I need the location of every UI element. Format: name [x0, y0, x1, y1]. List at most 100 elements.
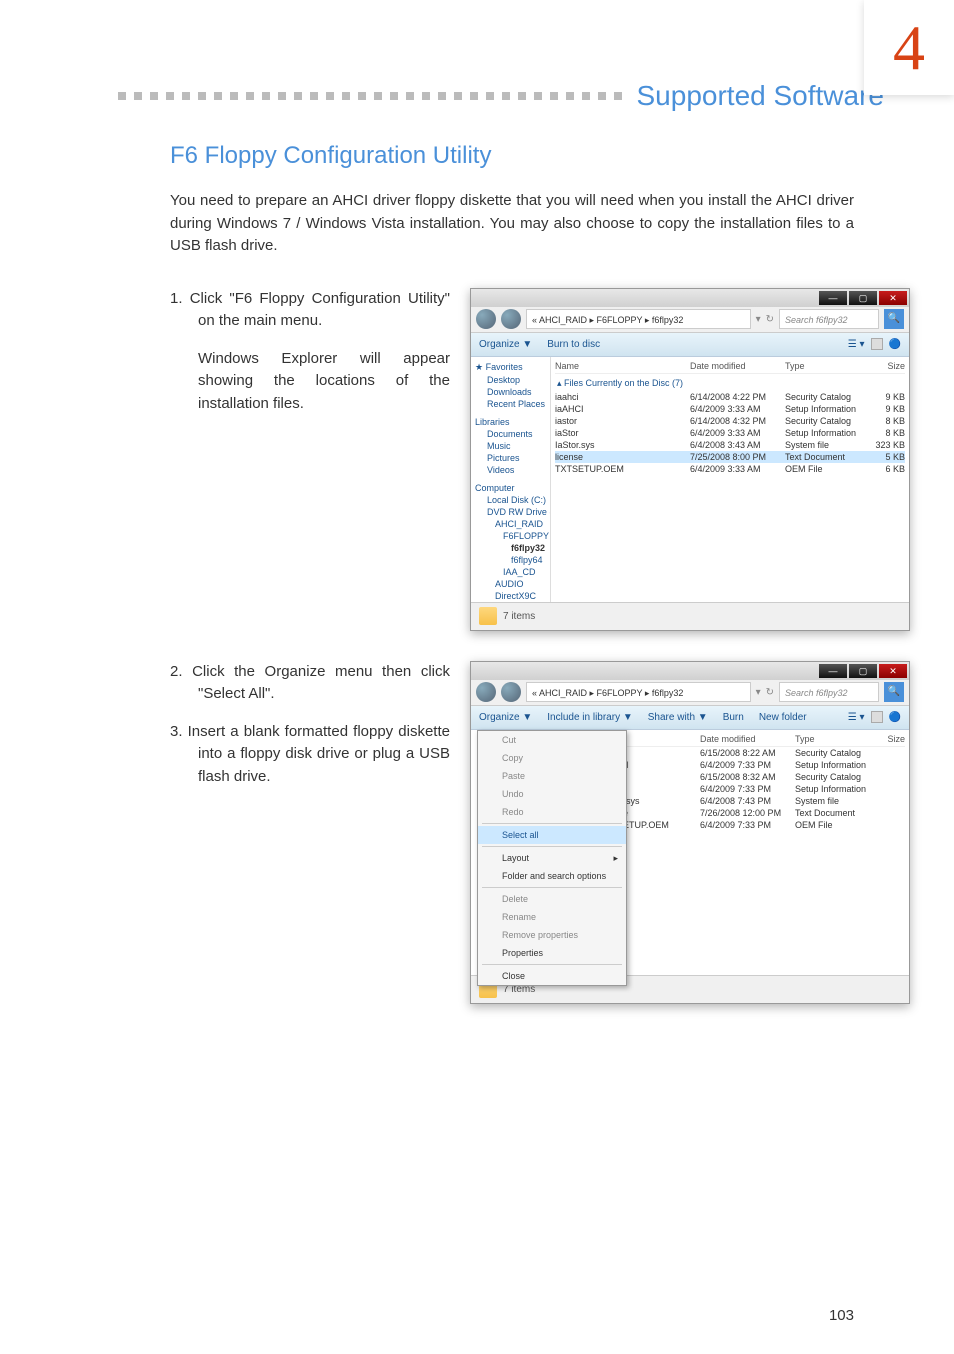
page-number: 103 [829, 1307, 854, 1324]
menu-undo[interactable]: Undo [478, 785, 626, 803]
file-row[interactable]: IaStor.sys 6/4/2008 7:43 PM System file [600, 795, 905, 807]
nav-desktop[interactable]: Desktop [475, 374, 546, 386]
organize-dropdown-menu: Cut Copy Paste Undo Redo Select all Layo… [477, 730, 627, 986]
title-bar: — ▢ ✕ [471, 289, 909, 307]
nav-iaa-cd[interactable]: IAA_CD [475, 566, 546, 578]
file-row[interactable]: iastor 6/14/2008 4:32 PM Security Catalo… [555, 415, 905, 427]
step-1-sub: Windows Explorer will appear showing the… [170, 348, 450, 416]
file-row[interactable]: iaStor 6/4/2009 3:33 AM Setup Informatio… [555, 427, 905, 439]
menu-paste[interactable]: Paste [478, 767, 626, 785]
file-row[interactable]: iaahci 6/15/2008 8:22 AM Security Catalo… [600, 747, 905, 759]
nav-libraries[interactable]: Libraries [475, 416, 546, 428]
nav-ahci[interactable]: AHCI_RAID [475, 518, 546, 530]
view-button[interactable]: ☰ ▾ [848, 339, 865, 350]
toolbar: Organize ▼ Include in library ▼ Share wi… [471, 706, 909, 730]
burn-button[interactable]: Burn to disc [547, 339, 600, 350]
search-icon[interactable]: 🔍 [884, 309, 904, 329]
nav-favorites[interactable]: ★ Favorites [475, 361, 546, 374]
search-input[interactable]: Search f6flpy32 [779, 682, 879, 702]
intro-paragraph: You need to prepare an AHCI driver flopp… [170, 190, 854, 258]
file-row[interactable]: TXTSETUP.OEM 6/4/2009 7:33 PM OEM File [600, 819, 905, 831]
status-text: 7 items [503, 611, 535, 622]
header-title: Supported Software [637, 80, 885, 112]
new-folder-button[interactable]: New folder [759, 712, 807, 723]
col-name[interactable]: Name [555, 361, 690, 371]
nav-videos[interactable]: Videos [475, 464, 546, 476]
back-button[interactable] [476, 309, 496, 329]
menu-close[interactable]: Close [478, 967, 626, 985]
column-headers: Name Date modified Type Size [600, 734, 905, 747]
file-row[interactable]: license 7/25/2008 8:00 PM Text Document … [555, 451, 905, 463]
file-row[interactable]: IaStor.sys 6/4/2008 3:43 AM System file … [555, 439, 905, 451]
nav-music[interactable]: Music [475, 440, 546, 452]
file-row[interactable]: iaStor 6/4/2009 7:33 PM Setup Informatio… [600, 783, 905, 795]
step-2: 2. Click the Organize menu then click "S… [170, 661, 450, 706]
nav-computer[interactable]: Computer [475, 482, 546, 494]
address-path[interactable]: « AHCI_RAID ▸ F6FLOPPY ▸ f6flpy32 [526, 682, 751, 702]
title-bar: — ▢ ✕ [471, 662, 909, 680]
minimize-button[interactable]: — [819, 664, 847, 678]
close-button[interactable]: ✕ [879, 291, 907, 305]
menu-cut[interactable]: Cut [478, 731, 626, 749]
menu-layout[interactable]: Layout▸ [478, 849, 626, 867]
burn-button[interactable]: Burn [723, 712, 744, 723]
nav-f6floppy[interactable]: F6FLOPPY [475, 530, 546, 542]
nav-f6flpy64[interactable]: f6flpy64 [475, 554, 546, 566]
forward-button[interactable] [501, 682, 521, 702]
nav-localdisk[interactable]: Local Disk (C:) [475, 494, 546, 506]
file-row[interactable]: iaAHCI 6/4/2009 7:33 PM Setup Informatio… [600, 759, 905, 771]
help-icon[interactable]: 🔵 [889, 712, 901, 723]
menu-redo[interactable]: Redo [478, 803, 626, 821]
file-row[interactable]: iaahci 6/14/2008 4:22 PM Security Catalo… [555, 391, 905, 403]
help-icon[interactable]: 🔵 [889, 339, 901, 350]
col-size[interactable]: Size [865, 361, 905, 371]
menu-select-all[interactable]: Select all [478, 826, 626, 844]
col-date[interactable]: Date modified [700, 734, 795, 744]
preview-pane-icon[interactable] [871, 711, 883, 723]
nav-dvd[interactable]: DVD RW Drive (D:) [475, 506, 546, 518]
search-icon[interactable]: 🔍 [884, 682, 904, 702]
organize-menu-button[interactable]: Organize ▼ [479, 339, 532, 350]
file-row[interactable]: TXTSETUP.OEM 6/4/2009 3:33 AM OEM File 6… [555, 463, 905, 475]
search-input[interactable]: Search f6flpy32 [779, 309, 879, 329]
address-bar: « AHCI_RAID ▸ F6FLOPPY ▸ f6flpy32 ▾ ↻ Se… [471, 307, 909, 333]
nav-directx[interactable]: DirectX9C [475, 590, 546, 602]
nav-recent[interactable]: Recent Places [475, 398, 546, 410]
maximize-button[interactable]: ▢ [849, 664, 877, 678]
menu-copy[interactable]: Copy [478, 749, 626, 767]
back-button[interactable] [476, 682, 496, 702]
col-date[interactable]: Date modified [690, 361, 785, 371]
close-button[interactable]: ✕ [879, 664, 907, 678]
include-library-button[interactable]: Include in library ▼ [547, 712, 633, 723]
nav-pictures[interactable]: Pictures [475, 452, 546, 464]
menu-rename[interactable]: Rename [478, 908, 626, 926]
nav-downloads[interactable]: Downloads [475, 386, 546, 398]
address-path[interactable]: « AHCI_RAID ▸ F6FLOPPY ▸ f6flpy32 [526, 309, 751, 329]
file-row[interactable]: iaAHCI 6/4/2009 3:33 AM Setup Informatio… [555, 403, 905, 415]
menu-folder-options[interactable]: Folder and search options [478, 867, 626, 885]
col-size[interactable]: Size [875, 734, 905, 744]
menu-properties[interactable]: Properties [478, 944, 626, 962]
explorer-window-1: — ▢ ✕ « AHCI_RAID ▸ F6FLOPPY ▸ f6flpy32 … [470, 288, 910, 631]
minimize-button[interactable]: — [819, 291, 847, 305]
file-row[interactable]: license 7/26/2008 12:00 PM Text Document [600, 807, 905, 819]
folder-icon [479, 607, 497, 625]
step-3: 3. Insert a blank formatted floppy diske… [170, 721, 450, 789]
col-type[interactable]: Type [785, 361, 865, 371]
file-row[interactable]: iastor 6/15/2008 8:32 AM Security Catalo… [600, 771, 905, 783]
share-button[interactable]: Share with ▼ [648, 712, 708, 723]
view-button[interactable]: ☰ ▾ [848, 712, 865, 723]
file-group-label: ▴ Files Currently on the Disc (7) [555, 374, 905, 391]
header-dots [118, 92, 622, 100]
maximize-button[interactable]: ▢ [849, 291, 877, 305]
menu-remove-properties[interactable]: Remove properties [478, 926, 626, 944]
forward-button[interactable] [501, 309, 521, 329]
menu-delete[interactable]: Delete [478, 890, 626, 908]
status-bar: 7 items [471, 602, 909, 630]
col-type[interactable]: Type [795, 734, 875, 744]
nav-f6flpy32[interactable]: f6flpy32 [475, 542, 546, 554]
organize-menu-button[interactable]: Organize ▼ [479, 712, 532, 723]
preview-pane-icon[interactable] [871, 338, 883, 350]
nav-documents[interactable]: Documents [475, 428, 546, 440]
nav-audio[interactable]: AUDIO [475, 578, 546, 590]
